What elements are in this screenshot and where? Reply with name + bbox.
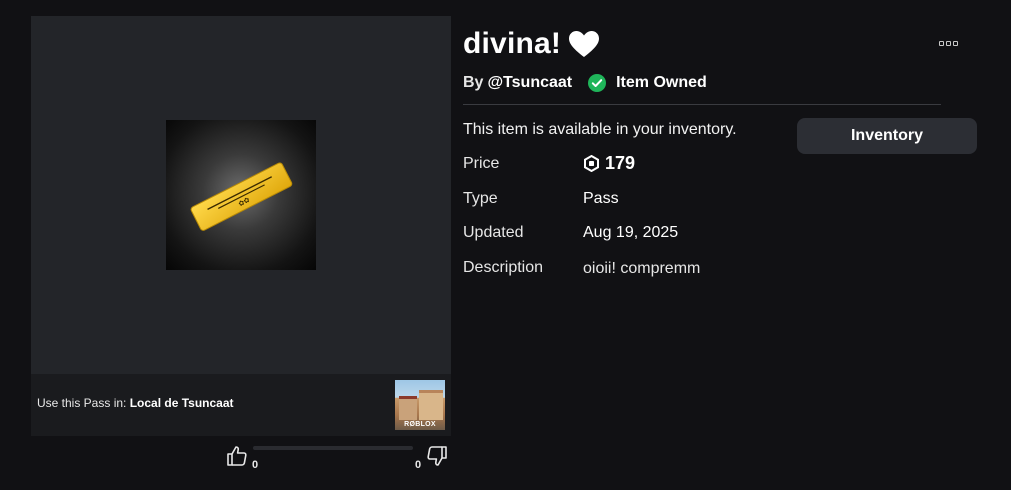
check-circle-icon <box>588 74 607 92</box>
thumbs-up-icon[interactable] <box>225 444 249 468</box>
robux-icon <box>583 154 600 173</box>
more-dot <box>953 40 958 46</box>
more-dot <box>939 40 944 46</box>
by-label: By <box>463 74 484 91</box>
description-label: Description <box>463 259 544 276</box>
type-value: Pass <box>583 190 619 207</box>
thumbs-down-icon[interactable] <box>425 444 449 468</box>
availability-text: This item is available in your inventory… <box>463 121 737 138</box>
downvote-count: 0 <box>415 459 422 471</box>
owned-status: Item Owned <box>616 74 707 91</box>
divider <box>463 104 941 105</box>
item-thumbnail-panel: ✿✿ Use this Pass in: Local de Tsuncaat R… <box>31 16 451 436</box>
vote-row: 0 0 <box>31 442 451 472</box>
ticket-icon: ✿✿ <box>190 162 293 231</box>
item-image: ✿✿ <box>166 120 316 270</box>
place-thumb-building <box>419 390 443 420</box>
place-link-text[interactable]: Use this Pass in: Local de Tsuncaat <box>37 396 234 410</box>
creator-link[interactable]: @Tsuncaat <box>487 74 572 92</box>
use-pass-label: Use this Pass in: <box>37 396 127 410</box>
inventory-button[interactable]: Inventory <box>797 118 977 154</box>
price-value: 179 <box>583 153 635 174</box>
more-dot <box>946 40 951 46</box>
updated-label: Updated <box>463 224 524 241</box>
place-thumbnail[interactable]: RØBLOX <box>395 380 445 430</box>
byline: By @Tsuncaat Item Owned <box>463 72 707 94</box>
type-label: Type <box>463 190 498 207</box>
vote-ratio-bar <box>253 446 413 450</box>
title-row: divina! <box>463 26 601 62</box>
more-options-icon[interactable] <box>939 36 961 50</box>
item-title: divina! <box>463 27 562 60</box>
roblox-logo: RØBLOX <box>404 421 436 428</box>
place-link-bar[interactable]: Use this Pass in: Local de Tsuncaat RØBL… <box>31 374 451 436</box>
price-amount: 179 <box>605 153 636 173</box>
place-name-link[interactable]: Local de Tsuncaat <box>130 396 234 410</box>
upvote-count: 0 <box>252 459 259 471</box>
description-value: oioii! compremm <box>583 260 701 277</box>
price-label: Price <box>463 155 500 172</box>
place-thumb-building <box>399 396 417 420</box>
heart-icon[interactable] <box>567 29 601 59</box>
updated-value: Aug 19, 2025 <box>583 224 679 241</box>
